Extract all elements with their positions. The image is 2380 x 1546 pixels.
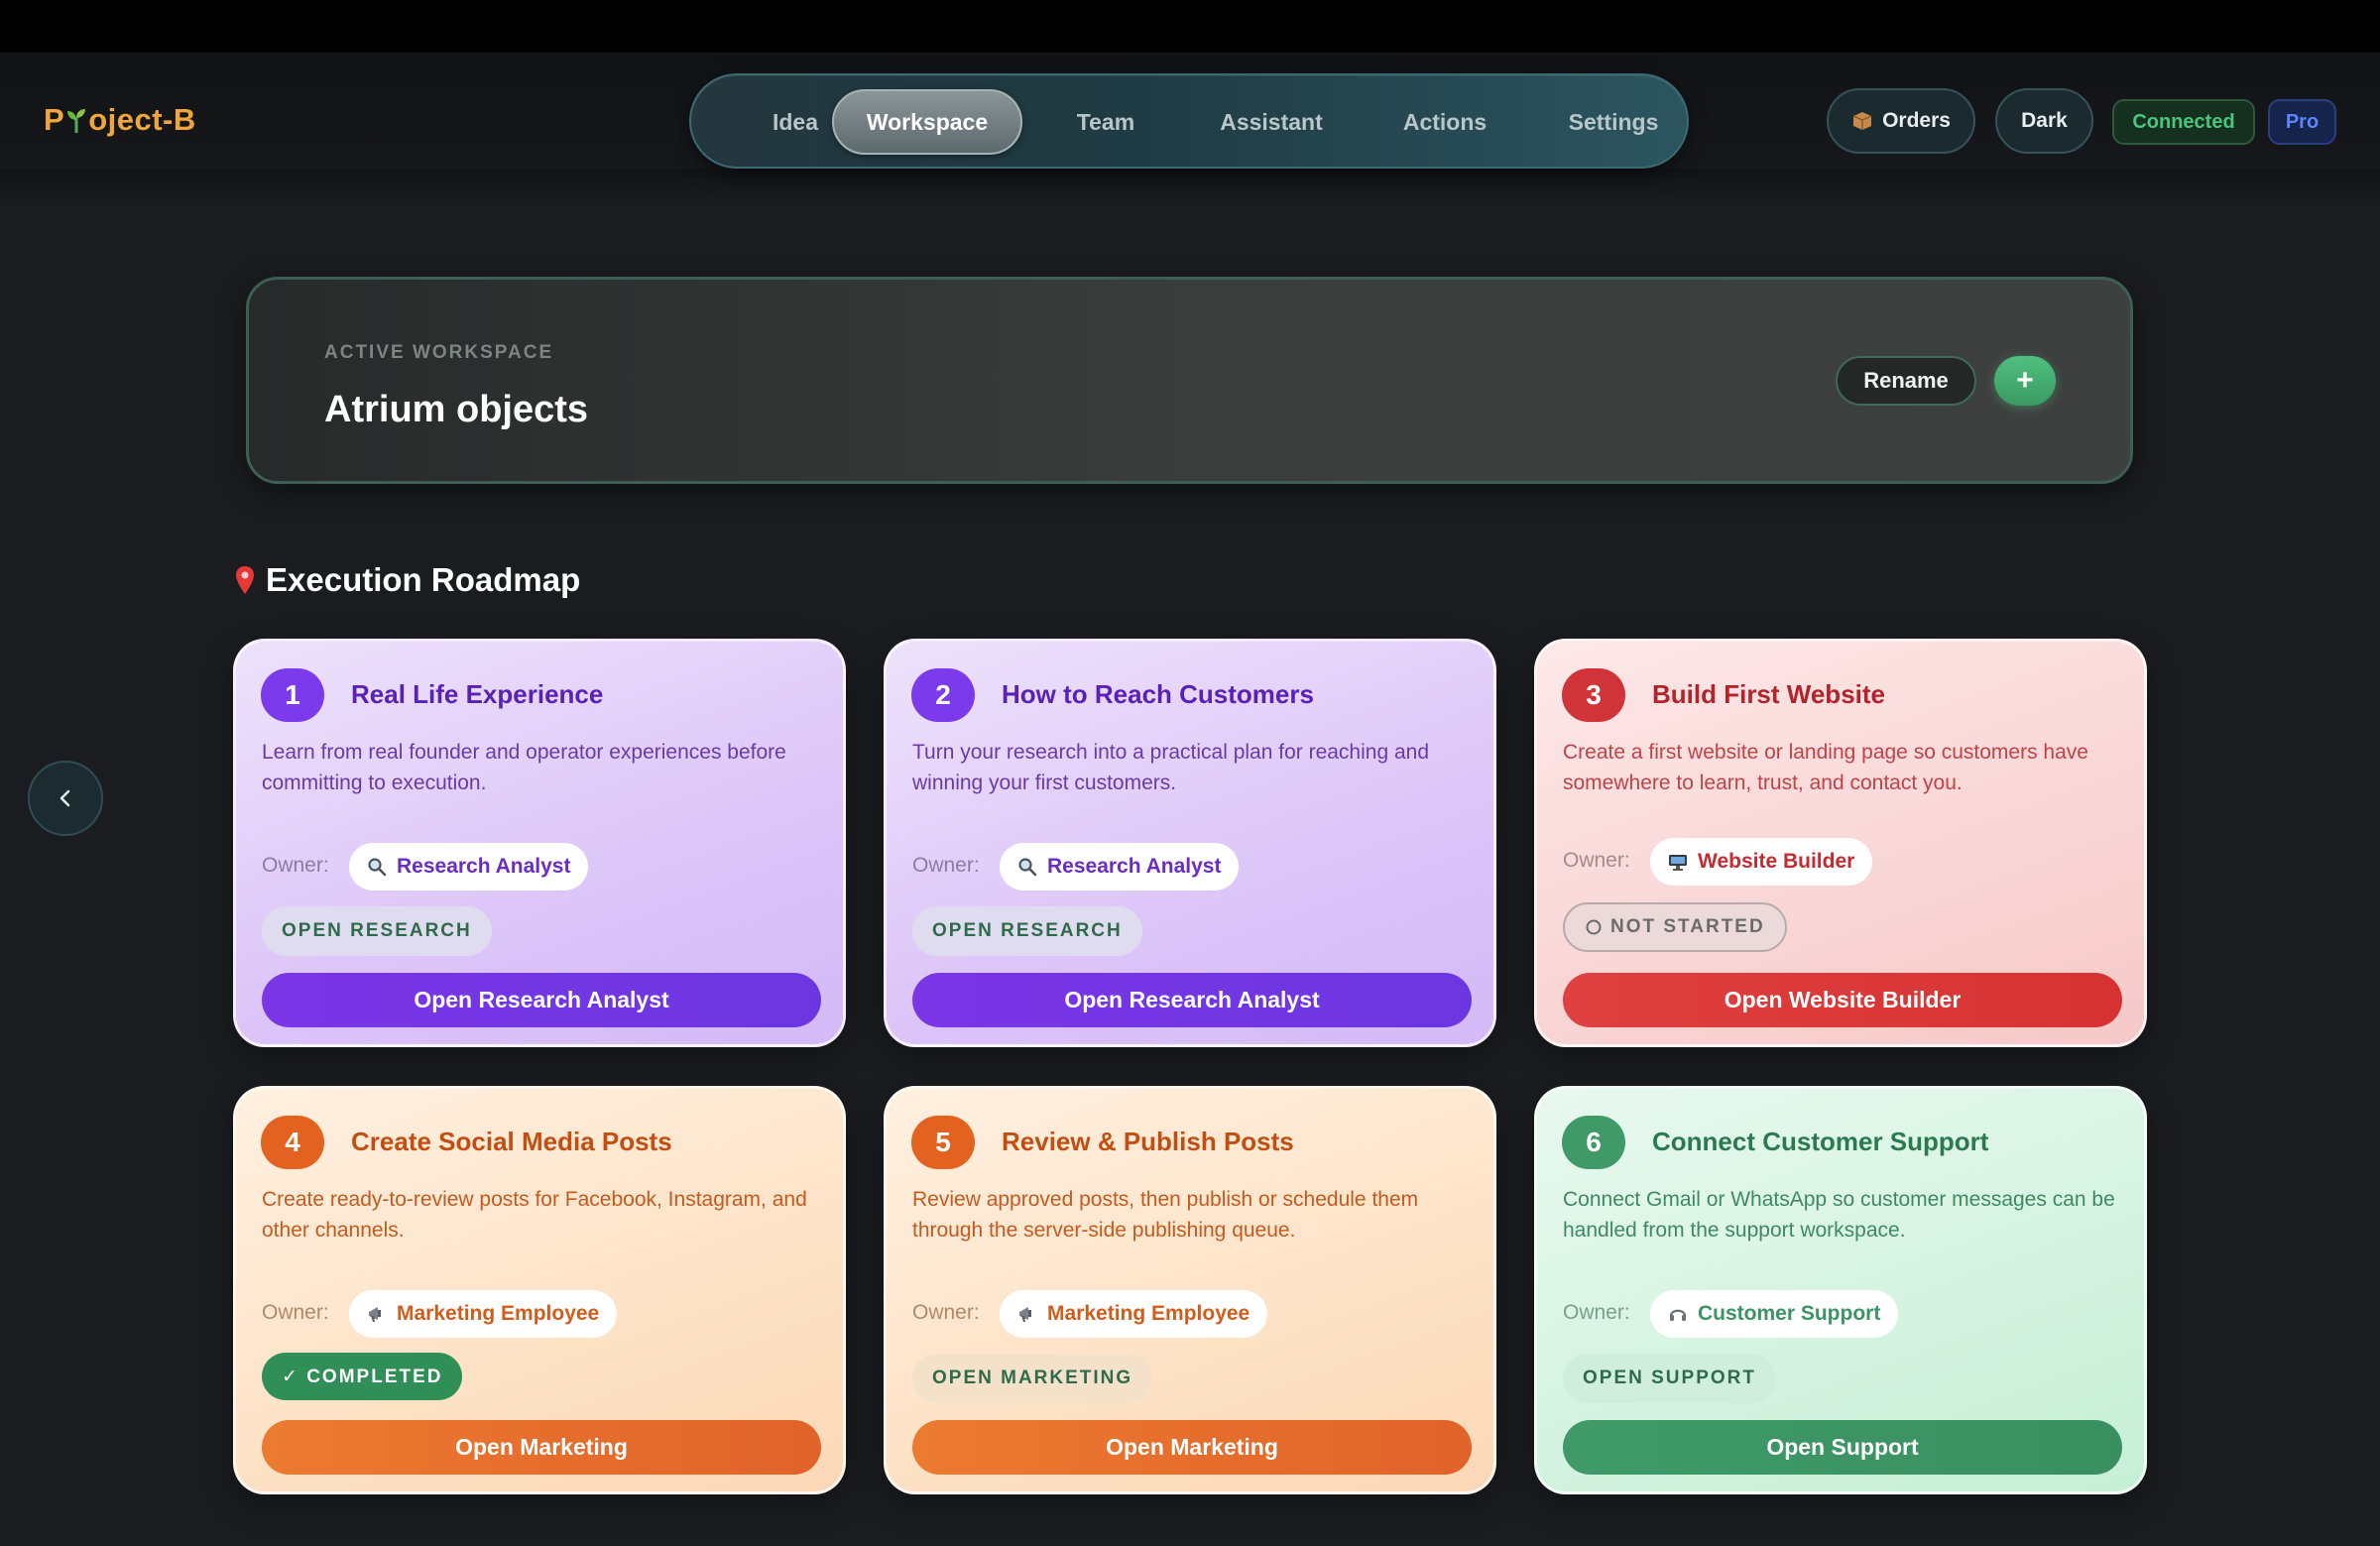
magnifier-icon — [368, 858, 387, 877]
owner-pill[interactable]: Marketing Employee — [349, 1290, 618, 1338]
connection-status-badge: Connected — [2112, 99, 2255, 145]
header-shadow — [0, 169, 2380, 208]
orders-label: Orders — [1882, 109, 1951, 132]
active-workspace-card: ACTIVE WORKSPACE Atrium objects Rename + — [246, 277, 2133, 484]
open-marketing-button[interactable]: Open Marketing — [912, 1420, 1472, 1475]
step-number: 2 — [911, 668, 975, 722]
step-title: Connect Customer Support — [1652, 1127, 1989, 1156]
roadmap-card-2: 2 How to Reach Customers Turn your resea… — [884, 639, 1496, 1047]
status-text: NOT STARTED — [1610, 916, 1765, 937]
status-badge[interactable]: OPEN RESEARCH — [912, 906, 1142, 956]
owner-name: Marketing Employee — [397, 1302, 600, 1325]
logo-text-end: oject-B — [88, 102, 196, 137]
step-title: Create Social Media Posts — [351, 1127, 672, 1156]
owner-label: Owner: — [1563, 849, 1630, 872]
window-top-strip — [0, 0, 2380, 53]
app-logo[interactable]: P oject-B — [44, 102, 196, 138]
step-title: Build First Website — [1652, 679, 1885, 709]
status-badge[interactable]: OPEN MARKETING — [912, 1354, 1153, 1403]
theme-toggle-button[interactable]: Dark — [1995, 88, 2093, 154]
roadmap-card-3: 3 Build First Website Create a first web… — [1534, 639, 2147, 1047]
step-description: Review approved posts, then publish or s… — [912, 1188, 1419, 1242]
owner-name: Website Builder — [1698, 850, 1855, 873]
step-description: Learn from real founder and operator exp… — [262, 741, 786, 794]
owner-pill[interactable]: Marketing Employee — [1000, 1290, 1268, 1338]
step-description: Connect Gmail or WhatsApp so customer me… — [1563, 1188, 2115, 1242]
owner-label: Owner: — [912, 1301, 980, 1324]
step-title: Real Life Experience — [351, 679, 604, 709]
step-title: Review & Publish Posts — [1002, 1127, 1294, 1156]
step-description: Turn your research into a practical plan… — [912, 741, 1430, 794]
roadmap-title: Execution Roadmap — [266, 561, 581, 598]
logo-text-start: P — [44, 102, 65, 137]
active-workspace-label: ACTIVE WORKSPACE — [324, 342, 554, 363]
nav-tab-settings[interactable]: Settings — [1539, 89, 1688, 155]
owner-name: Marketing Employee — [1047, 1302, 1250, 1325]
circle-outline-icon — [1586, 919, 1602, 935]
step-description: Create ready-to-review posts for Faceboo… — [262, 1188, 807, 1242]
magnifier-icon — [1018, 858, 1037, 877]
open-support-button[interactable]: Open Support — [1563, 1420, 2122, 1475]
open-marketing-button[interactable]: Open Marketing — [262, 1420, 821, 1475]
headset-icon — [1669, 1309, 1687, 1321]
step-number: 1 — [261, 668, 324, 722]
status-badge[interactable]: OPEN SUPPORT — [1563, 1354, 1776, 1403]
owner-label: Owner: — [912, 854, 980, 877]
workspace-title: Atrium objects — [324, 389, 589, 430]
open-website-builder-button[interactable]: Open Website Builder — [1563, 973, 2122, 1027]
package-icon — [1852, 112, 1872, 130]
roadmap-card-4: 4 Create Social Media Posts Create ready… — [233, 1086, 846, 1494]
status-badge[interactable]: NOT STARTED — [1563, 902, 1787, 952]
main-nav: Idea Workspace Team Assistant Actions Se… — [689, 73, 1689, 169]
step-description: Create a first website or landing page s… — [1563, 741, 2088, 794]
back-button[interactable] — [28, 761, 103, 836]
step-title: How to Reach Customers — [1002, 679, 1314, 709]
open-research-analyst-button[interactable]: Open Research Analyst — [912, 973, 1472, 1027]
megaphone-icon — [1019, 1307, 1031, 1322]
owner-name: Research Analyst — [397, 855, 571, 878]
pin-icon — [236, 566, 254, 594]
owner-name: Customer Support — [1698, 1302, 1881, 1325]
owner-name: Research Analyst — [1047, 855, 1222, 878]
owner-pill[interactable]: Website Builder — [1650, 838, 1873, 886]
rename-workspace-button[interactable]: Rename — [1836, 356, 1976, 406]
owner-label: Owner: — [1563, 1301, 1630, 1324]
plan-badge: Pro — [2268, 99, 2336, 145]
chevron-left-icon — [60, 789, 70, 807]
nav-tab-workspace[interactable]: Workspace — [832, 89, 1022, 155]
orders-button[interactable]: Orders — [1827, 88, 1975, 154]
owner-label: Owner: — [262, 1301, 329, 1324]
owner-pill[interactable]: Customer Support — [1650, 1290, 1899, 1338]
roadmap-card-6: 6 Connect Customer Support Connect Gmail… — [1534, 1086, 2147, 1494]
step-number: 5 — [911, 1116, 975, 1169]
sprout-icon — [67, 109, 86, 133]
open-research-analyst-button[interactable]: Open Research Analyst — [262, 973, 821, 1027]
step-number: 4 — [261, 1116, 324, 1169]
nav-tab-actions[interactable]: Actions — [1375, 89, 1514, 155]
add-workspace-button[interactable]: + — [1994, 356, 2056, 406]
step-number: 3 — [1562, 668, 1625, 722]
nav-tab-team[interactable]: Team — [1046, 89, 1165, 155]
owner-pill[interactable]: Research Analyst — [1000, 843, 1240, 891]
nav-tab-assistant[interactable]: Assistant — [1192, 89, 1351, 155]
monitor-icon — [1669, 855, 1687, 871]
roadmap-heading: Execution Roadmap — [234, 561, 580, 599]
step-number: 6 — [1562, 1116, 1625, 1169]
roadmap-card-5: 5 Review & Publish Posts Review approved… — [884, 1086, 1496, 1494]
status-badge[interactable]: OPEN RESEARCH — [262, 906, 492, 956]
roadmap-card-1: 1 Real Life Experience Learn from real f… — [233, 639, 846, 1047]
status-badge-completed[interactable]: ✓ COMPLETED — [262, 1353, 463, 1400]
owner-label: Owner: — [262, 854, 329, 877]
megaphone-icon — [369, 1307, 381, 1322]
owner-pill[interactable]: Research Analyst — [349, 843, 589, 891]
